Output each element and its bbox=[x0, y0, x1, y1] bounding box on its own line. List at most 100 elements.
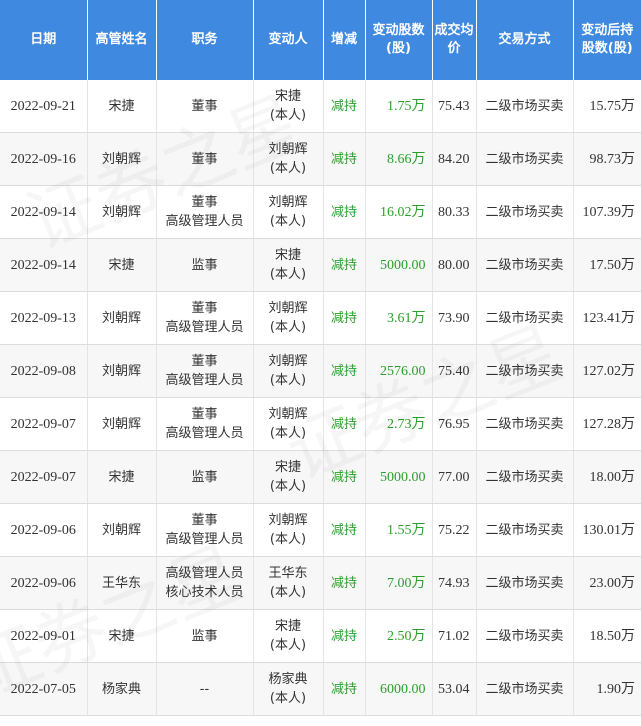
cell-price: 75.43 bbox=[432, 80, 477, 133]
cell-name: 刘朝辉 bbox=[87, 344, 157, 398]
table-row: 2022-09-07 宋捷 监事 宋捷 (本人) 减持 5000.00 77.00 二级市场买卖… bbox=[0, 450, 641, 504]
header-date: 日期 bbox=[0, 0, 88, 80]
header-row: 日期 高管姓名 职务 变动人 增减 变动股数(股) 成交均价 交易方式 变动后持… bbox=[0, 0, 641, 80]
cell-after: 127.02万 bbox=[573, 344, 641, 398]
cell-changer: 宋捷 (本人) bbox=[253, 609, 324, 663]
cell-price: 75.40 bbox=[432, 344, 477, 398]
cell-position: 监事 bbox=[156, 238, 254, 292]
cell-direction: 减持 bbox=[323, 344, 366, 398]
cell-date: 2022-09-14 bbox=[0, 238, 88, 292]
cell-shares: 2.50万 bbox=[365, 609, 433, 663]
header-price: 成交均价 bbox=[432, 0, 477, 80]
header-after: 变动后持股数(股) bbox=[573, 0, 641, 80]
cell-changer: 王华东 (本人) bbox=[253, 556, 324, 610]
cell-shares: 2576.00 bbox=[365, 344, 433, 398]
header-position: 职务 bbox=[156, 0, 254, 80]
cell-name: 刘朝辉 bbox=[87, 291, 157, 345]
header-direction: 增减 bbox=[323, 0, 366, 80]
cell-date: 2022-09-13 bbox=[0, 291, 88, 345]
table-row: 2022-09-16 刘朝辉 董事 刘朝辉 (本人) 减持 8.66万 84.20 二级市场买卖… bbox=[0, 132, 641, 186]
cell-direction: 减持 bbox=[323, 556, 366, 610]
cell-changer: 刘朝辉 (本人) bbox=[253, 132, 324, 186]
insider-trades-table: 日期 高管姓名 职务 变动人 增减 变动股数(股) 成交均价 交易方式 变动后持… bbox=[0, 0, 641, 716]
cell-date: 2022-09-07 bbox=[0, 450, 88, 504]
cell-name: 宋捷 bbox=[87, 450, 157, 504]
cell-direction: 减持 bbox=[323, 662, 366, 716]
cell-direction: 减持 bbox=[323, 450, 366, 504]
cell-after: 18.00万 bbox=[573, 450, 641, 504]
header-changer: 变动人 bbox=[253, 0, 324, 80]
cell-position: 董事 bbox=[156, 132, 254, 186]
cell-method: 二级市场买卖 bbox=[476, 238, 574, 292]
table-row: 2022-09-06 王华东 高级管理人员 核心技术人员 王华东 (本人) 减持 7.00万 7… bbox=[0, 556, 641, 610]
cell-direction: 减持 bbox=[323, 238, 366, 292]
cell-shares: 2.73万 bbox=[365, 397, 433, 451]
cell-direction: 减持 bbox=[323, 397, 366, 451]
cell-date: 2022-09-08 bbox=[0, 344, 88, 398]
cell-after: 23.00万 bbox=[573, 556, 641, 610]
cell-changer: 宋捷 (本人) bbox=[253, 80, 324, 133]
cell-date: 2022-09-06 bbox=[0, 503, 88, 557]
cell-name: 杨家典 bbox=[87, 662, 157, 716]
cell-method: 二级市场买卖 bbox=[476, 397, 574, 451]
cell-position: 监事 bbox=[156, 609, 254, 663]
cell-after: 98.73万 bbox=[573, 132, 641, 186]
cell-price: 53.04 bbox=[432, 662, 477, 716]
cell-position: 高级管理人员 核心技术人员 bbox=[156, 556, 254, 610]
header-method: 交易方式 bbox=[476, 0, 574, 80]
cell-method: 二级市场买卖 bbox=[476, 185, 574, 239]
cell-shares: 5000.00 bbox=[365, 450, 433, 504]
cell-after: 15.75万 bbox=[573, 80, 641, 133]
cell-name: 宋捷 bbox=[87, 80, 157, 133]
table-row: 2022-09-06 刘朝辉 董事 高级管理人员 刘朝辉 (本人) 减持 1.55万 75.22… bbox=[0, 503, 641, 557]
cell-after: 107.39万 bbox=[573, 185, 641, 239]
cell-name: 刘朝辉 bbox=[87, 503, 157, 557]
cell-method: 二级市场买卖 bbox=[476, 344, 574, 398]
cell-date: 2022-09-14 bbox=[0, 185, 88, 239]
cell-changer: 宋捷 (本人) bbox=[253, 238, 324, 292]
cell-position: 董事 bbox=[156, 80, 254, 133]
cell-method: 二级市场买卖 bbox=[476, 503, 574, 557]
cell-direction: 减持 bbox=[323, 80, 366, 133]
cell-direction: 减持 bbox=[323, 609, 366, 663]
cell-date: 2022-07-05 bbox=[0, 662, 88, 716]
cell-name: 刘朝辉 bbox=[87, 397, 157, 451]
cell-price: 80.00 bbox=[432, 238, 477, 292]
cell-position: 董事 高级管理人员 bbox=[156, 344, 254, 398]
table-row: 2022-07-05 杨家典 -- 杨家典 (本人) 减持 6000.00 53.04 二级市场… bbox=[0, 662, 641, 716]
cell-position: 监事 bbox=[156, 450, 254, 504]
cell-name: 宋捷 bbox=[87, 238, 157, 292]
cell-name: 宋捷 bbox=[87, 609, 157, 663]
cell-date: 2022-09-21 bbox=[0, 80, 88, 133]
cell-price: 73.90 bbox=[432, 291, 477, 345]
cell-shares: 16.02万 bbox=[365, 185, 433, 239]
cell-method: 二级市场买卖 bbox=[476, 291, 574, 345]
cell-method: 二级市场买卖 bbox=[476, 662, 574, 716]
cell-changer: 宋捷 (本人) bbox=[253, 450, 324, 504]
cell-changer: 刘朝辉 (本人) bbox=[253, 397, 324, 451]
cell-shares: 8.66万 bbox=[365, 132, 433, 186]
cell-method: 二级市场买卖 bbox=[476, 609, 574, 663]
cell-direction: 减持 bbox=[323, 132, 366, 186]
table-row: 2022-09-14 宋捷 监事 宋捷 (本人) 减持 5000.00 80.00 二级市场买卖… bbox=[0, 238, 641, 292]
cell-position: 董事 高级管理人员 bbox=[156, 503, 254, 557]
cell-price: 84.20 bbox=[432, 132, 477, 186]
cell-after: 1.90万 bbox=[573, 662, 641, 716]
cell-date: 2022-09-06 bbox=[0, 556, 88, 610]
cell-date: 2022-09-01 bbox=[0, 609, 88, 663]
cell-method: 二级市场买卖 bbox=[476, 556, 574, 610]
cell-shares: 1.55万 bbox=[365, 503, 433, 557]
cell-shares: 3.61万 bbox=[365, 291, 433, 345]
cell-position: 董事 高级管理人员 bbox=[156, 291, 254, 345]
cell-changer: 刘朝辉 (本人) bbox=[253, 291, 324, 345]
cell-changer: 杨家典 (本人) bbox=[253, 662, 324, 716]
cell-method: 二级市场买卖 bbox=[476, 80, 574, 133]
cell-price: 76.95 bbox=[432, 397, 477, 451]
cell-position: 董事 高级管理人员 bbox=[156, 185, 254, 239]
table-row: 2022-09-08 刘朝辉 董事 高级管理人员 刘朝辉 (本人) 减持 2576.00 75.… bbox=[0, 344, 641, 398]
cell-method: 二级市场买卖 bbox=[476, 132, 574, 186]
cell-name: 刘朝辉 bbox=[87, 185, 157, 239]
cell-direction: 减持 bbox=[323, 291, 366, 345]
cell-changer: 刘朝辉 (本人) bbox=[253, 344, 324, 398]
cell-changer: 刘朝辉 (本人) bbox=[253, 503, 324, 557]
